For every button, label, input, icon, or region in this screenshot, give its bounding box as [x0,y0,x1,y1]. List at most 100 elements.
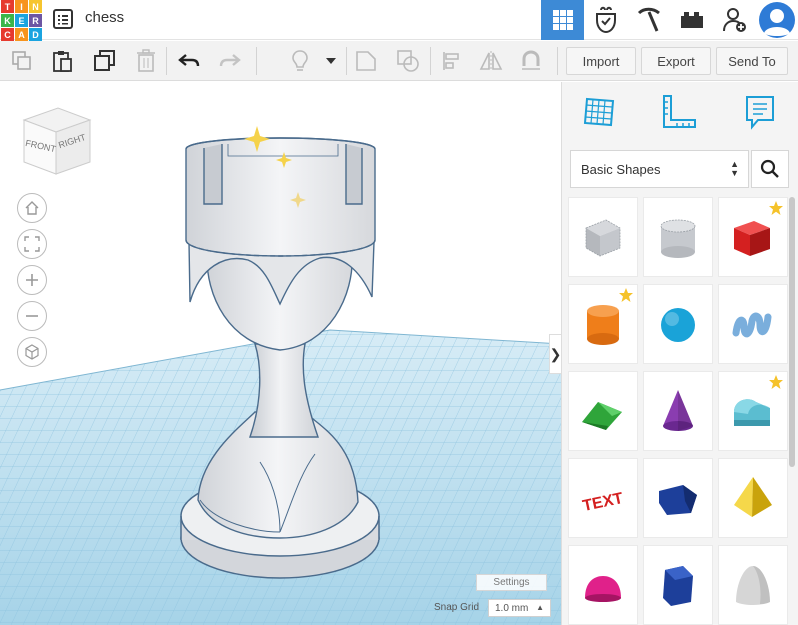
shape-cone[interactable] [643,371,713,451]
caret-down-icon [326,58,336,64]
settings-button[interactable]: Settings [476,574,547,591]
polygon-icon [663,566,693,606]
shape-text[interactable]: TEXT [568,458,638,538]
snap-grid-select[interactable]: 1.0 mm ▲ [488,599,551,617]
favorite-star-icon [768,200,784,221]
avatar-icon [759,2,795,38]
project-title[interactable]: chess [85,9,124,26]
zoom-in-button[interactable] [17,265,47,295]
cube-icon [25,344,39,360]
updown-caret-icon: ▲ ▼ [730,159,739,178]
favorite-star-icon [768,374,784,395]
cruise-button[interactable] [519,49,543,73]
roof-icon [582,402,622,430]
delete-button[interactable] [134,49,158,73]
shape-paraboloid[interactable] [718,545,788,625]
shape-half-sphere[interactable] [568,545,638,625]
caret-up-icon: ▲ [536,603,544,612]
design-list-icon[interactable] [52,8,74,30]
blocks-view-button[interactable] [584,0,627,40]
cylinder-hole-icon [660,219,696,258]
import-button[interactable]: Import [566,47,636,75]
panel-collapse-button[interactable]: ❯ [549,334,561,374]
home-view-button[interactable] [17,193,47,223]
ungroup-icon [397,50,419,72]
shape-cylinder-hole[interactable] [643,197,713,277]
align-button[interactable] [440,49,464,73]
logo-letter: I [15,0,28,13]
logo-letter: K [1,14,14,27]
text-icon: TEXT [581,490,625,515]
brick-icon [595,6,616,34]
shape-pyramid[interactable] [718,458,788,538]
mirror-button[interactable] [479,49,503,73]
logo-letter: A [15,28,28,41]
visibility-dropdown[interactable] [320,49,342,73]
copy-button[interactable] [10,49,34,73]
shape-library-select[interactable]: Basic Shapes ▲ ▼ [570,150,749,188]
duplicate-button[interactable] [93,49,117,73]
logo-letter: R [29,14,42,27]
logo-letter: T [1,0,14,13]
workplane-grid-icon [583,97,615,127]
align-icon [443,52,459,70]
panel-scrollbar[interactable] [789,197,795,467]
perspective-toggle-button[interactable] [17,337,47,367]
magnet-icon [522,50,540,70]
zoom-out-button[interactable] [17,301,47,331]
home-icon [25,201,39,215]
view-cube[interactable]: FRONT RIGHT [22,107,92,175]
sphere-icon [661,308,695,342]
bricks-button[interactable] [627,0,670,40]
logo-letter: N [29,0,42,13]
clipboard-icon [53,51,72,72]
export-button[interactable]: Export [641,47,711,75]
shapes-panel: Basic Shapes ▲ ▼ TEXT [561,82,798,625]
shape-round-roof[interactable] [718,371,788,451]
ungroup-button[interactable] [396,49,420,73]
shape-polygon[interactable] [643,545,713,625]
shape-search-button[interactable] [751,150,789,188]
user-avatar-button[interactable] [756,0,798,40]
tinkercad-logo[interactable]: TIN KER CAD [0,0,42,41]
snap-grid-value: 1.0 mm [495,602,529,614]
group-button[interactable] [354,49,378,73]
workplane-viewport[interactable]: FRONT RIGHT ❯ Settings Snap Grid 1.0 mm … [0,82,561,625]
grid-view-button[interactable] [541,0,584,40]
fit-view-button[interactable] [17,229,47,259]
logo-letter: C [1,28,14,41]
logo-letter: E [15,14,28,27]
copy-icon [12,51,31,70]
notes-tab[interactable] [740,92,780,132]
trash-icon [137,49,155,72]
cone-icon [663,390,693,431]
3d-scene[interactable]: FRONT RIGHT [0,82,561,625]
redo-icon [219,54,241,67]
redo-button[interactable] [218,49,242,73]
ruler-tab[interactable] [659,92,699,132]
fit-view-icon [24,236,40,252]
shape-prism[interactable] [643,458,713,538]
shape-box-hole[interactable] [568,197,638,277]
show-hidden-button[interactable] [288,49,312,73]
shape-box[interactable] [718,197,788,277]
send-to-button[interactable]: Send To [716,47,788,75]
lego-button[interactable] [670,0,713,40]
notes-icon [746,96,774,130]
scribble-icon [732,312,772,338]
half-sphere-icon [585,576,621,602]
lego-brick-icon [680,12,703,28]
shape-cylinder[interactable] [568,284,638,364]
invite-user-button[interactable] [713,0,756,40]
pickaxe-icon [637,7,660,32]
undo-button[interactable] [177,49,201,73]
lightbulb-icon [292,50,308,71]
search-icon [760,159,779,178]
shape-roof[interactable] [568,371,638,451]
shape-scribble[interactable] [718,284,788,364]
workplane-tab[interactable] [580,92,620,132]
prism-icon [659,485,697,515]
paste-button[interactable] [50,49,74,73]
shape-sphere[interactable] [643,284,713,364]
undo-icon [178,54,200,67]
